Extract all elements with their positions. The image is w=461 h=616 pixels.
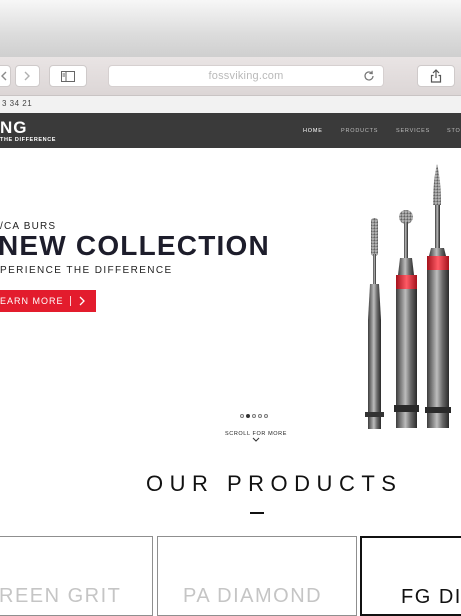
learn-more-label: EARN MORE: [0, 296, 64, 306]
products-heading: OUR PRODUCTS: [146, 471, 403, 496]
product-card-label: PA DIAMOND: [183, 585, 323, 607]
product-card[interactable]: REEN GRIT: [0, 536, 153, 616]
nav-item-services[interactable]: SERVICES: [396, 128, 430, 134]
chevron-right-icon: [24, 71, 30, 81]
slider-pagination: [240, 414, 268, 418]
site-navbar: NG THE DIFFERENCE HOME PRODUCTS SERVICES…: [0, 113, 461, 148]
slide-dot[interactable]: [258, 414, 262, 418]
hero-title: NEW COLLECTION: [0, 230, 270, 261]
product-card-label: FG DI: [401, 586, 461, 608]
forward-button[interactable]: [15, 65, 40, 87]
phone-number: 3 34 21: [2, 99, 33, 108]
address-bar[interactable]: fossviking.com: [108, 65, 384, 87]
reload-icon[interactable]: [362, 69, 376, 83]
slide-dot[interactable]: [252, 414, 256, 418]
learn-more-button[interactable]: EARN MORE: [0, 290, 96, 312]
button-divider: [70, 296, 71, 306]
product-card-active[interactable]: FG DI: [360, 536, 461, 616]
hero-subtitle: PERIENCE THE DIFFERENCE: [0, 265, 173, 276]
sidebar-button[interactable]: [49, 65, 87, 87]
chevron-left-icon: [1, 71, 7, 81]
chevron-down-icon[interactable]: [252, 437, 260, 443]
nav-item-products[interactable]: PRODUCTS: [341, 128, 378, 134]
site-logo[interactable]: NG: [0, 119, 28, 136]
product-card[interactable]: PA DIAMOND: [157, 536, 357, 616]
burs-product-image: [365, 164, 451, 429]
slide-dot[interactable]: [240, 414, 244, 418]
sidebar-icon: [61, 70, 75, 82]
heading-divider: [250, 512, 264, 514]
browser-toolbar: fossviking.com: [0, 57, 461, 96]
share-icon: [430, 69, 442, 83]
nav-item-store[interactable]: STO: [447, 128, 461, 134]
logo-tagline: THE DIFFERENCE: [0, 137, 57, 143]
share-button[interactable]: [417, 65, 455, 87]
device-frame: [0, 0, 461, 57]
slide-dot-active[interactable]: [246, 414, 250, 418]
product-card-label: REEN GRIT: [0, 585, 122, 607]
chevron-right-icon: [79, 296, 85, 306]
nav-item-home[interactable]: HOME: [303, 128, 323, 134]
back-button[interactable]: [0, 65, 11, 87]
url-text: fossviking.com: [208, 70, 284, 82]
slide-dot[interactable]: [264, 414, 268, 418]
contact-strip: 3 34 21: [0, 96, 461, 114]
